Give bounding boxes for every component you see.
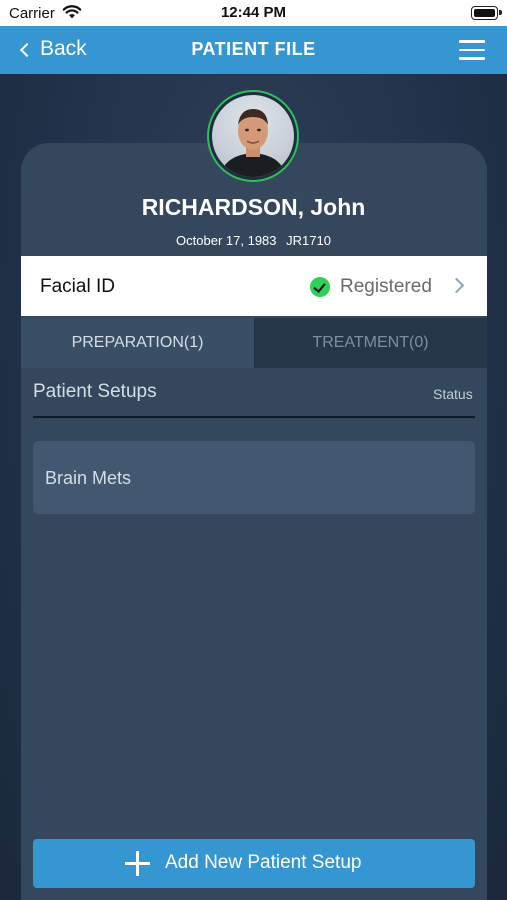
page-title: PATIENT FILE (191, 39, 316, 59)
add-patient-setup-button[interactable]: Add New Patient Setup (33, 839, 475, 888)
setup-label: Brain Mets (45, 468, 132, 488)
patient-details: October 17, 1983 JR1710 (0, 233, 507, 248)
facial-id-row[interactable]: Facial ID Registered (21, 256, 487, 316)
tab-bar: PREPARATION(1) TREATMENT(0) (21, 318, 487, 368)
tab-preparation[interactable]: PREPARATION(1) (21, 318, 254, 368)
battery-level (473, 8, 495, 17)
add-button-label: Add New Patient Setup (165, 852, 362, 873)
hamburger-menu-icon[interactable] (459, 40, 485, 60)
patient-name: RICHARDSON, John (141, 194, 366, 220)
section-title: Patient Setups (33, 381, 157, 402)
patient-dob: October 17, 1983 (176, 233, 277, 248)
plus-icon (125, 851, 150, 876)
status-bar: Carrier 12:44 PM (0, 0, 507, 26)
navigation-bar: Back PATIENT FILE (0, 26, 507, 74)
list-item[interactable]: Brain Mets (33, 441, 475, 514)
patient-avatar[interactable] (207, 90, 299, 182)
chevron-right-icon (448, 277, 465, 294)
facial-id-status: Registered (340, 276, 432, 297)
battery-icon (471, 6, 502, 20)
tab-treatment[interactable]: TREATMENT(0) (254, 318, 487, 368)
facial-id-label: Facial ID (40, 276, 115, 297)
status-time: 12:44 PM (220, 4, 287, 21)
status-column-header: Status (433, 386, 473, 402)
person-photo-icon (220, 109, 286, 177)
avatar-photo (212, 95, 294, 177)
check-circle-icon (310, 277, 330, 297)
patient-id: JR1710 (286, 233, 331, 248)
section-divider (33, 416, 475, 418)
